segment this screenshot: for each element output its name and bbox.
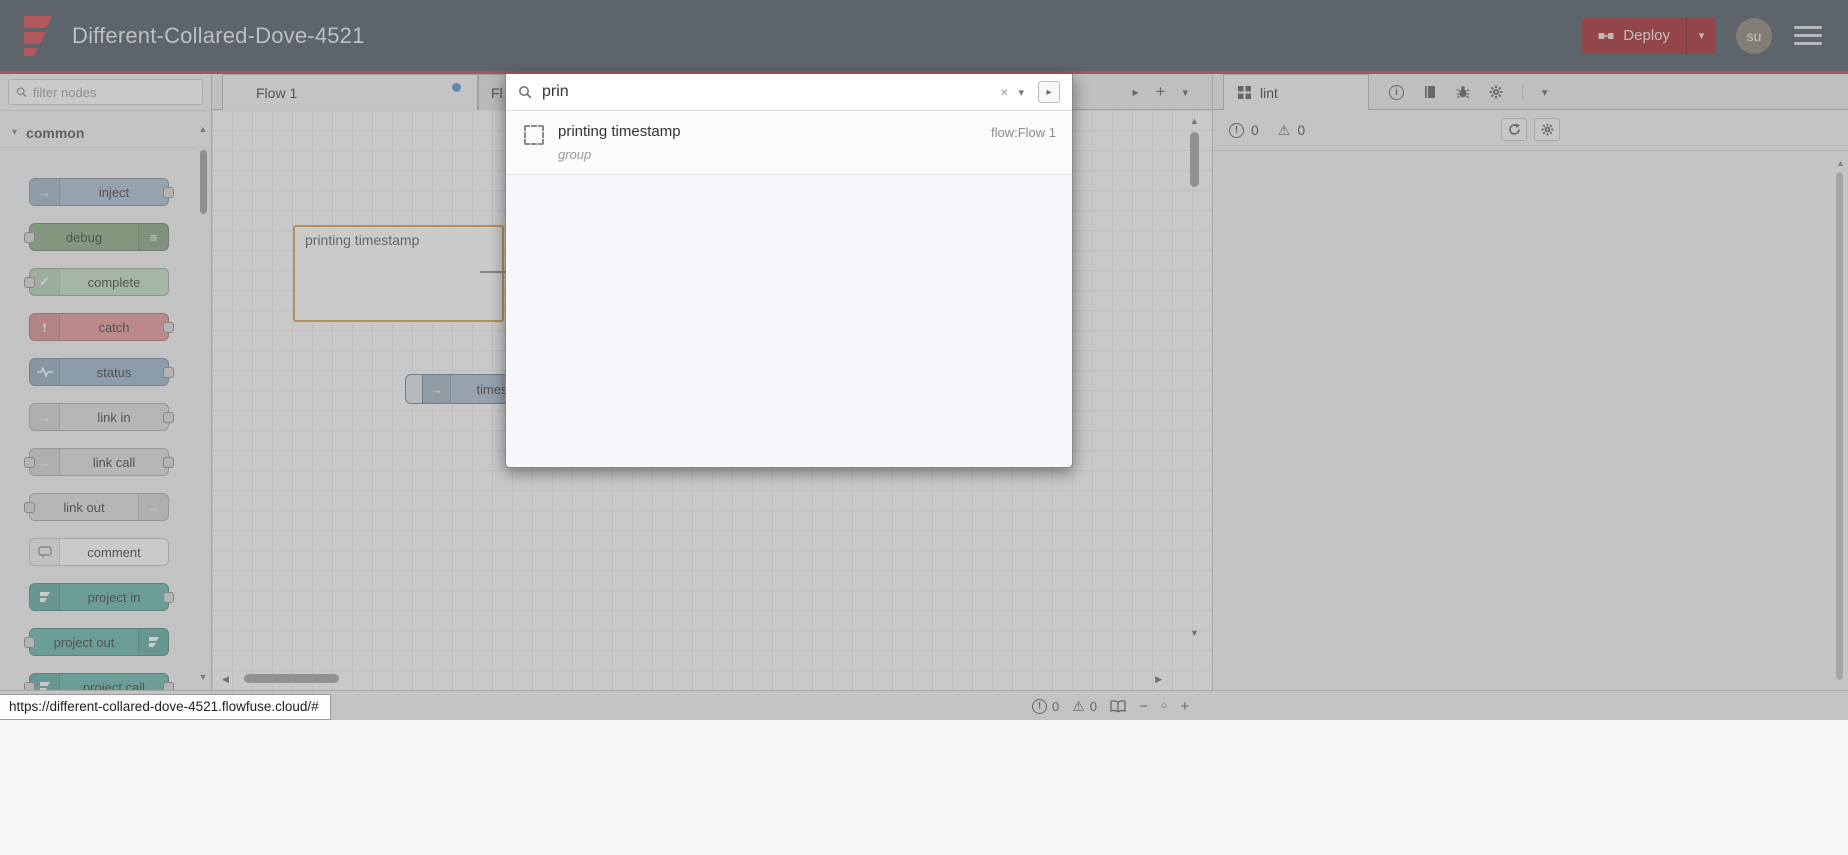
search-clear-button[interactable]: × [1000, 84, 1008, 100]
status-url-tooltip: https://different-collared-dove-4521.flo… [0, 694, 331, 720]
result-title: printing timestamp [558, 123, 681, 140]
result-type: group [558, 147, 592, 162]
search-dialog: × ▾ ▸ printing timestamp group flow:Flow… [505, 74, 1073, 468]
search-input[interactable] [542, 83, 991, 101]
search-results: printing timestamp group flow:Flow 1 [506, 111, 1072, 467]
group-icon [524, 125, 544, 145]
search-result-text: printing timestamp group [558, 123, 977, 162]
result-flow-label: flow:Flow 1 [990, 125, 1056, 140]
search-icon [519, 86, 532, 99]
search-result-item[interactable]: printing timestamp group flow:Flow 1 [506, 111, 1072, 175]
search-input-row: × ▾ ▸ [506, 74, 1072, 111]
search-history-button[interactable]: ▾ [1018, 86, 1024, 99]
node-red-editor: Different-Collared-Dove-4521 Deploy ▾ su [0, 0, 1848, 855]
search-options-button[interactable]: ▸ [1038, 81, 1060, 103]
